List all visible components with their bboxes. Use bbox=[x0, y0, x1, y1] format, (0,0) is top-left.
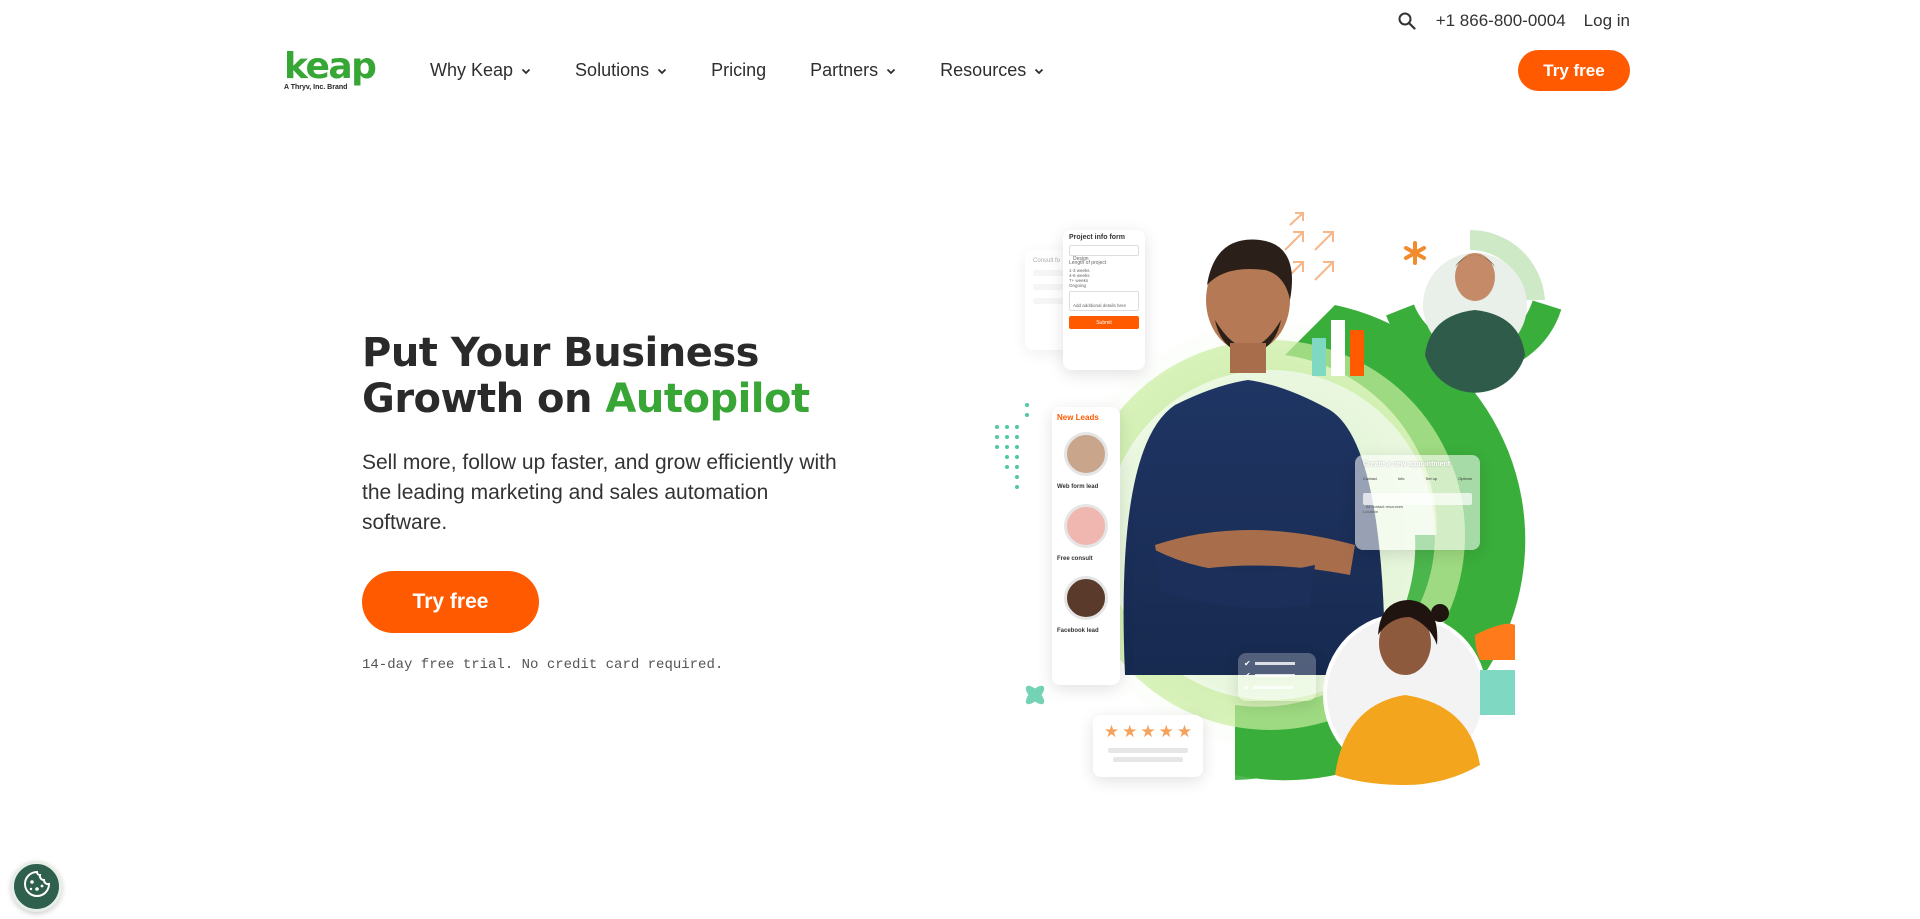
appointment-step: Set up bbox=[1425, 476, 1438, 481]
trial-note: 14-day free trial. No credit card requir… bbox=[362, 657, 724, 673]
lead-avatar bbox=[1064, 432, 1108, 476]
appointment-step: Info bbox=[1397, 476, 1405, 481]
nav-item-why-keap[interactable]: Why Keap bbox=[430, 60, 531, 81]
star-icon: ★ bbox=[1176, 722, 1193, 741]
nav-item-label: Why Keap bbox=[430, 60, 514, 80]
hero-title: Put Your Business Growth on Autopilot bbox=[362, 330, 922, 422]
star-icon: ★ bbox=[1103, 722, 1120, 741]
phone-link[interactable]: +1 866-800-0004 bbox=[1436, 11, 1566, 31]
hero-title-line1: Put Your Business bbox=[362, 330, 759, 376]
appointment-field: All contact resources bbox=[1363, 493, 1472, 509]
check-icon: ✔ bbox=[1244, 659, 1251, 668]
nav-item-partners[interactable]: Partners bbox=[810, 60, 896, 81]
appointment-steps: Contact Info Set up Options bbox=[1363, 476, 1472, 481]
lead-avatar bbox=[1064, 576, 1108, 620]
login-link[interactable]: Log in bbox=[1584, 11, 1630, 31]
new-leads-card: New Leads Web form lead Free consult Fac… bbox=[1052, 407, 1120, 685]
cookie-icon bbox=[22, 869, 52, 904]
star-icon: ★ bbox=[1122, 722, 1138, 741]
project-form-card: Project info form Design Length of proje… bbox=[1063, 230, 1145, 370]
hero-title-line2: Growth on bbox=[362, 376, 606, 422]
nav-item-label: Pricing bbox=[711, 60, 767, 80]
nav-item-label: Partners bbox=[810, 60, 879, 80]
hero-try-free-button[interactable]: Try free bbox=[362, 571, 539, 633]
appointment-location: Location bbox=[1363, 509, 1379, 514]
check-icon: ✔ bbox=[1244, 671, 1251, 680]
appointment-title: Create a new appointment bbox=[1363, 461, 1451, 468]
project-form-title: Project info form bbox=[1069, 234, 1126, 241]
search-icon[interactable] bbox=[1396, 10, 1418, 32]
project-form-option: Ongoing bbox=[1069, 283, 1087, 288]
star-icon: ★ bbox=[1140, 722, 1156, 741]
nav-try-free-button[interactable]: Try free bbox=[1518, 50, 1630, 91]
appointment-step: Contact bbox=[1363, 476, 1377, 481]
project-form-select: Design bbox=[1069, 245, 1139, 262]
star-rating: ★ ★ ★ ★ ★ bbox=[1099, 723, 1197, 740]
lead-label: Facebook lead bbox=[1057, 628, 1099, 634]
utility-bar: +1 866-800-0004 Log in bbox=[1396, 10, 1630, 32]
chevron-down-icon bbox=[1034, 66, 1044, 76]
project-form-textarea-placeholder: Add additional details here bbox=[1073, 303, 1127, 308]
cookie-settings-button[interactable] bbox=[11, 861, 62, 912]
rating-card: ★ ★ ★ ★ ★ bbox=[1093, 715, 1203, 777]
project-form-submit: Submit bbox=[1069, 316, 1139, 329]
nav-item-resources[interactable]: Resources bbox=[940, 60, 1044, 81]
project-form-length: Length of project bbox=[1069, 260, 1107, 266]
hero-title-accent: Autopilot bbox=[605, 376, 810, 422]
circle-icon: ● bbox=[1244, 683, 1249, 692]
chevron-down-icon bbox=[521, 66, 531, 76]
lead-label: Web form lead bbox=[1057, 484, 1099, 490]
checklist-card: ✔ ✔ ● bbox=[1238, 653, 1316, 701]
main-nav: keap A Thryv, Inc. Brand Why Keap Soluti… bbox=[284, 48, 1630, 93]
logo-wordmark: keap bbox=[284, 46, 377, 87]
nav-item-solutions[interactable]: Solutions bbox=[575, 60, 667, 81]
project-form-submit-label: Submit bbox=[1096, 319, 1112, 326]
chevron-down-icon bbox=[657, 66, 667, 76]
hero-subtitle: Sell more, follow up faster, and grow ef… bbox=[362, 451, 837, 534]
hero-illustration: Consult fo Project info form Design Leng… bbox=[985, 205, 1565, 845]
chevron-down-icon bbox=[886, 66, 896, 76]
new-leads-title: New Leads bbox=[1057, 413, 1099, 422]
keap-logo[interactable]: keap A Thryv, Inc. Brand bbox=[284, 46, 377, 93]
nav-menu: Why Keap Solutions Pricing Partners Reso… bbox=[430, 60, 1044, 81]
logo-tagline: A Thryv, Inc. Brand bbox=[284, 84, 348, 91]
nav-item-label: Solutions bbox=[575, 60, 650, 80]
star-icon: ★ bbox=[1158, 722, 1174, 741]
nav-item-label: Resources bbox=[940, 60, 1027, 80]
appointment-step: Options bbox=[1458, 476, 1472, 481]
nav-item-pricing[interactable]: Pricing bbox=[711, 60, 766, 81]
lead-label: Free consult bbox=[1057, 556, 1093, 562]
project-form-textarea: Add additional details here bbox=[1069, 291, 1139, 311]
lead-avatar bbox=[1064, 504, 1108, 548]
appointment-card: Create a new appointment Contact Info Se… bbox=[1355, 455, 1480, 550]
